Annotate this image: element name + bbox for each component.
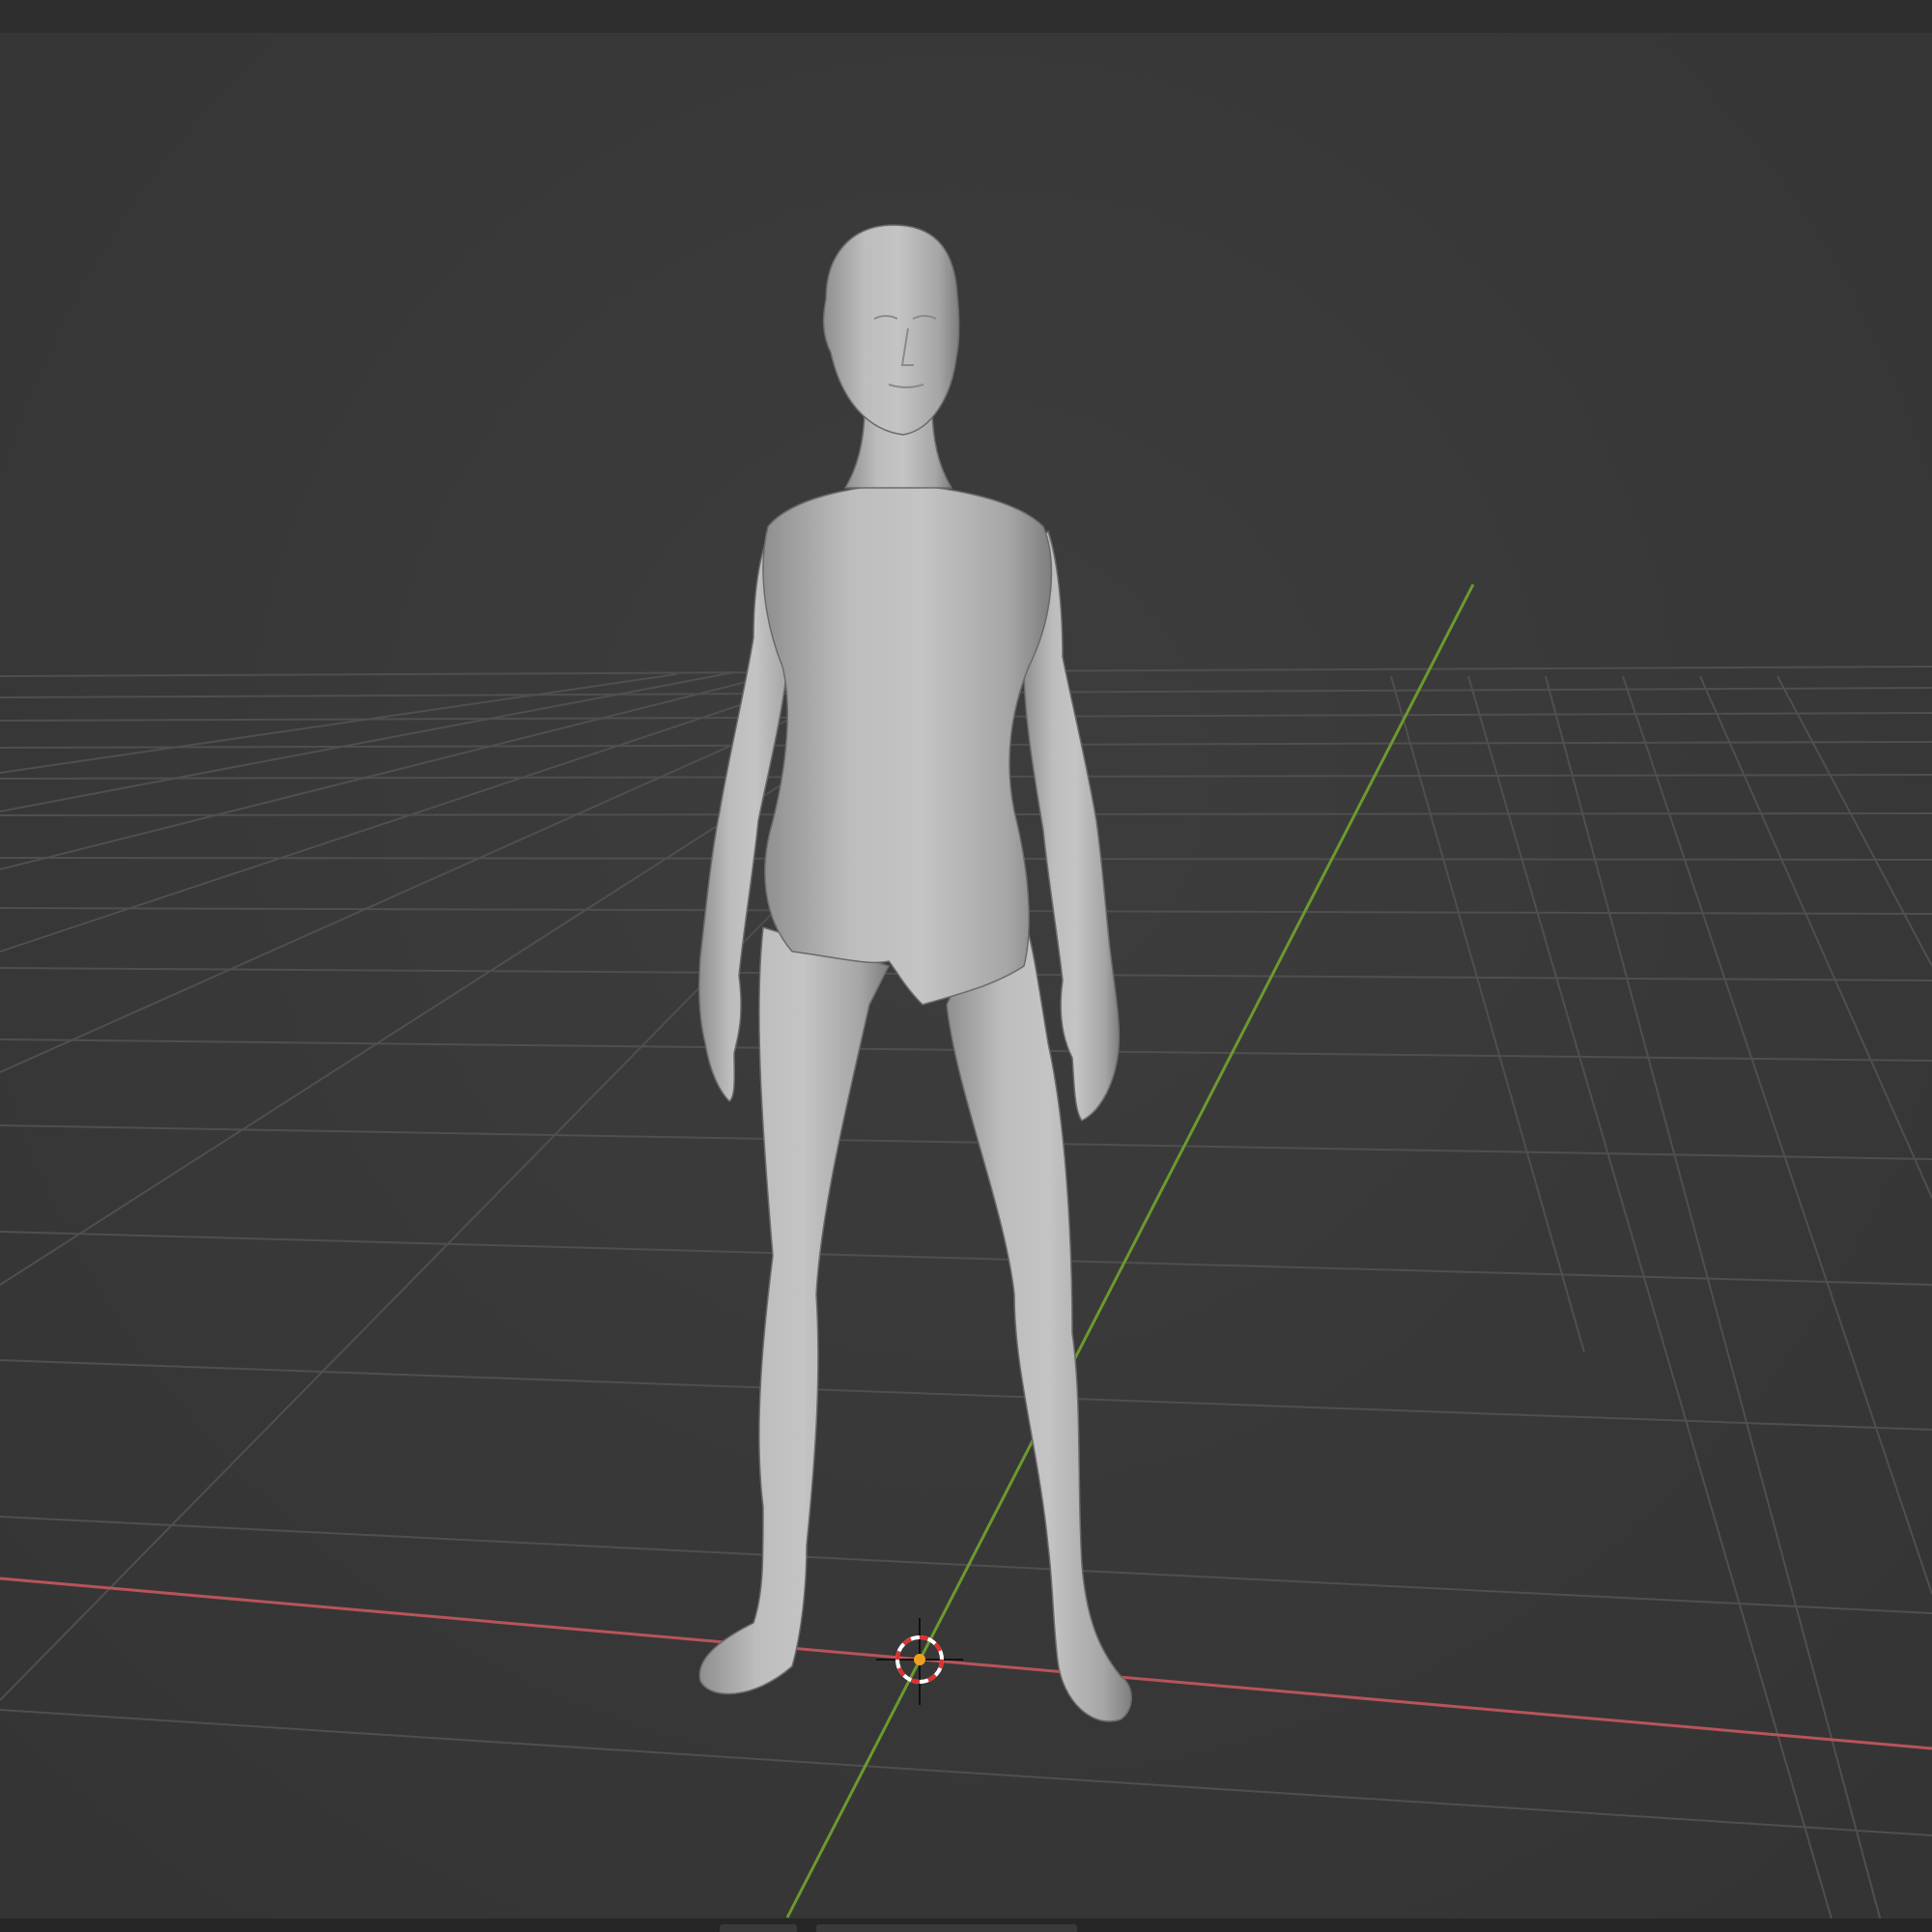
3d-viewport[interactable] xyxy=(0,0,1932,1932)
footer-tab[interactable] xyxy=(816,1924,1077,1932)
viewport-header xyxy=(0,0,1932,33)
viewport-scene[interactable] xyxy=(0,0,1932,1932)
torso xyxy=(762,482,1053,1006)
origin-dot xyxy=(914,1654,925,1665)
footer-tab[interactable] xyxy=(720,1924,797,1932)
